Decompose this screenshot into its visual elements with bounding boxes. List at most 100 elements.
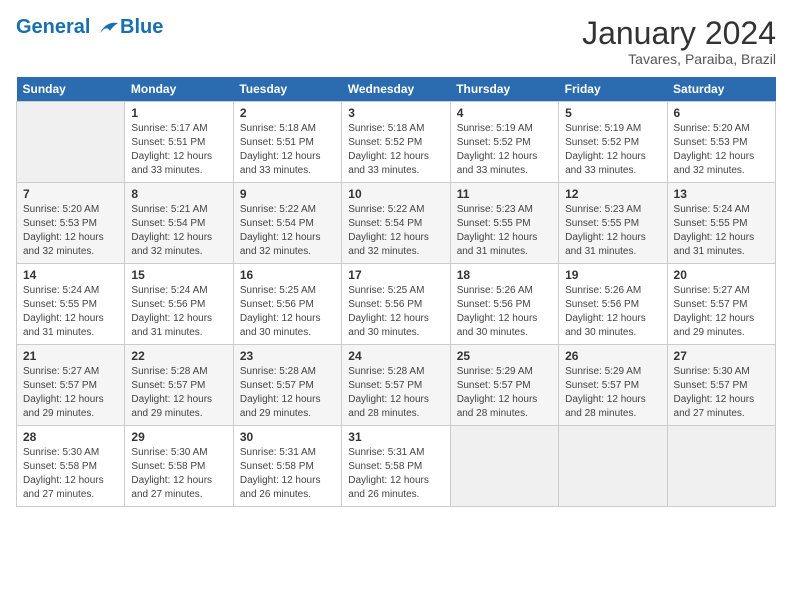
day-number: 15 xyxy=(131,268,226,282)
calendar-cell: 8 Sunrise: 5:21 AM Sunset: 5:54 PM Daylig… xyxy=(125,183,233,264)
day-info: Sunrise: 5:27 AM Sunset: 5:57 PM Dayligh… xyxy=(23,365,118,421)
day-info: Sunrise: 5:24 AM Sunset: 5:56 PM Dayligh… xyxy=(131,284,226,340)
day-number: 6 xyxy=(674,106,769,120)
calendar-cell: 12Sunrise: 5:23 AM Sunset: 5:55 PM Dayli… xyxy=(559,183,667,264)
calendar-cell: 21 Sunrise: 5:27 AM Sunset: 5:57 PM Dayli… xyxy=(17,345,125,426)
calendar-cell: 13 Sunrise: 5:24 AM Sunset: 5:55 PM Dayli… xyxy=(667,183,775,264)
title-block: January 2024 Tavares, Paraiba, Brazil xyxy=(582,16,776,67)
day-info: Sunrise: 5:23 AM Sunset: 5:55 PM Dayligh… xyxy=(565,203,660,259)
day-info: Sunrise: 5:19 AM Sunset: 5:52 PM Dayligh… xyxy=(565,122,660,178)
day-number: 16 xyxy=(240,268,335,282)
calendar-table: SundayMondayTuesdayWednesdayThursdayFrid… xyxy=(16,77,776,507)
day-number: 19 xyxy=(565,268,660,282)
day-info: Sunrise: 5:29 AM Sunset: 5:57 PM Dayligh… xyxy=(565,365,660,421)
day-info: Sunrise: 5:19 AM Sunset: 5:52 PM Dayligh… xyxy=(457,122,552,178)
day-info: Sunrise: 5:28 AM Sunset: 5:57 PM Dayligh… xyxy=(348,365,443,421)
day-number: 31 xyxy=(348,430,443,444)
calendar-cell: 17 Sunrise: 5:25 AM Sunset: 5:56 PM Dayli… xyxy=(342,264,450,345)
day-number: 4 xyxy=(457,106,552,120)
day-info: Sunrise: 5:20 AM Sunset: 5:53 PM Dayligh… xyxy=(674,122,769,178)
day-number: 7 xyxy=(23,187,118,201)
day-number: 21 xyxy=(23,349,118,363)
day-info: Sunrise: 5:28 AM Sunset: 5:57 PM Dayligh… xyxy=(131,365,226,421)
weekday-header: Monday xyxy=(125,77,233,102)
day-number: 23 xyxy=(240,349,335,363)
calendar-cell xyxy=(559,426,667,507)
day-info: Sunrise: 5:18 AM Sunset: 5:51 PM Dayligh… xyxy=(240,122,335,178)
day-number: 30 xyxy=(240,430,335,444)
day-number: 18 xyxy=(457,268,552,282)
calendar-cell: 6 Sunrise: 5:20 AM Sunset: 5:53 PM Daylig… xyxy=(667,102,775,183)
day-number: 13 xyxy=(674,187,769,201)
calendar-cell xyxy=(450,426,558,507)
day-info: Sunrise: 5:29 AM Sunset: 5:57 PM Dayligh… xyxy=(457,365,552,421)
calendar-cell: 22 Sunrise: 5:28 AM Sunset: 5:57 PM Dayli… xyxy=(125,345,233,426)
calendar-cell: 29 Sunrise: 5:30 AM Sunset: 5:58 PM Dayli… xyxy=(125,426,233,507)
day-number: 1 xyxy=(131,106,226,120)
day-info: Sunrise: 5:20 AM Sunset: 5:53 PM Dayligh… xyxy=(23,203,118,259)
day-number: 22 xyxy=(131,349,226,363)
day-info: Sunrise: 5:31 AM Sunset: 5:58 PM Dayligh… xyxy=(240,446,335,502)
calendar-cell: 14 Sunrise: 5:24 AM Sunset: 5:55 PM Dayli… xyxy=(17,264,125,345)
day-number: 17 xyxy=(348,268,443,282)
day-info: Sunrise: 5:25 AM Sunset: 5:56 PM Dayligh… xyxy=(348,284,443,340)
calendar-cell: 26 Sunrise: 5:29 AM Sunset: 5:57 PM Dayli… xyxy=(559,345,667,426)
day-number: 10 xyxy=(348,187,443,201)
calendar-cell: 20Sunrise: 5:27 AM Sunset: 5:57 PM Dayli… xyxy=(667,264,775,345)
calendar-cell: 5Sunrise: 5:19 AM Sunset: 5:52 PM Daylig… xyxy=(559,102,667,183)
calendar-cell: 19 Sunrise: 5:26 AM Sunset: 5:56 PM Dayli… xyxy=(559,264,667,345)
day-info: Sunrise: 5:30 AM Sunset: 5:58 PM Dayligh… xyxy=(131,446,226,502)
day-number: 29 xyxy=(131,430,226,444)
calendar-cell: 16Sunrise: 5:25 AM Sunset: 5:56 PM Dayli… xyxy=(233,264,341,345)
page-header: General Blue January 2024 Tavares, Parai… xyxy=(16,16,776,67)
calendar-cell: 28 Sunrise: 5:30 AM Sunset: 5:58 PM Dayli… xyxy=(17,426,125,507)
day-info: Sunrise: 5:30 AM Sunset: 5:58 PM Dayligh… xyxy=(23,446,118,502)
weekday-header: Sunday xyxy=(17,77,125,102)
day-info: Sunrise: 5:23 AM Sunset: 5:55 PM Dayligh… xyxy=(457,203,552,259)
day-number: 14 xyxy=(23,268,118,282)
calendar-header: SundayMondayTuesdayWednesdayThursdayFrid… xyxy=(17,77,776,102)
weekday-header: Wednesday xyxy=(342,77,450,102)
calendar-cell: 31 Sunrise: 5:31 AM Sunset: 5:58 PM Dayli… xyxy=(342,426,450,507)
day-info: Sunrise: 5:26 AM Sunset: 5:56 PM Dayligh… xyxy=(565,284,660,340)
day-info: Sunrise: 5:18 AM Sunset: 5:52 PM Dayligh… xyxy=(348,122,443,178)
day-number: 28 xyxy=(23,430,118,444)
logo: General Blue xyxy=(16,16,163,38)
day-info: Sunrise: 5:26 AM Sunset: 5:56 PM Dayligh… xyxy=(457,284,552,340)
day-info: Sunrise: 5:22 AM Sunset: 5:54 PM Dayligh… xyxy=(348,203,443,259)
page-container: General Blue January 2024 Tavares, Parai… xyxy=(0,0,792,517)
calendar-cell: 7 Sunrise: 5:20 AM Sunset: 5:53 PM Daylig… xyxy=(17,183,125,264)
calendar-cell: 2 Sunrise: 5:18 AM Sunset: 5:51 PM Daylig… xyxy=(233,102,341,183)
day-number: 20 xyxy=(674,268,769,282)
weekday-header: Saturday xyxy=(667,77,775,102)
calendar-cell: 30 Sunrise: 5:31 AM Sunset: 5:58 PM Dayli… xyxy=(233,426,341,507)
day-number: 3 xyxy=(348,106,443,120)
day-info: Sunrise: 5:24 AM Sunset: 5:55 PM Dayligh… xyxy=(674,203,769,259)
day-number: 2 xyxy=(240,106,335,120)
day-info: Sunrise: 5:28 AM Sunset: 5:57 PM Dayligh… xyxy=(240,365,335,421)
calendar-cell: 24Sunrise: 5:28 AM Sunset: 5:57 PM Dayli… xyxy=(342,345,450,426)
day-number: 26 xyxy=(565,349,660,363)
calendar-cell: 4 Sunrise: 5:19 AM Sunset: 5:52 PM Daylig… xyxy=(450,102,558,183)
calendar-cell: 10 Sunrise: 5:22 AM Sunset: 5:54 PM Dayli… xyxy=(342,183,450,264)
calendar-cell: 18 Sunrise: 5:26 AM Sunset: 5:56 PM Dayli… xyxy=(450,264,558,345)
calendar-cell: 25 Sunrise: 5:29 AM Sunset: 5:57 PM Dayli… xyxy=(450,345,558,426)
day-number: 9 xyxy=(240,187,335,201)
calendar-cell: 11Sunrise: 5:23 AM Sunset: 5:55 PM Dayli… xyxy=(450,183,558,264)
weekday-header: Tuesday xyxy=(233,77,341,102)
calendar-cell: 1 Sunrise: 5:17 AM Sunset: 5:51 PM Daylig… xyxy=(125,102,233,183)
day-info: Sunrise: 5:21 AM Sunset: 5:54 PM Dayligh… xyxy=(131,203,226,259)
day-info: Sunrise: 5:24 AM Sunset: 5:55 PM Dayligh… xyxy=(23,284,118,340)
calendar-cell: 23 Sunrise: 5:28 AM Sunset: 5:57 PM Dayli… xyxy=(233,345,341,426)
day-info: Sunrise: 5:17 AM Sunset: 5:51 PM Dayligh… xyxy=(131,122,226,178)
logo-bird-icon xyxy=(98,19,120,37)
calendar-cell: 27Sunrise: 5:30 AM Sunset: 5:57 PM Dayli… xyxy=(667,345,775,426)
calendar-cell xyxy=(667,426,775,507)
calendar-cell: 3 Sunrise: 5:18 AM Sunset: 5:52 PM Daylig… xyxy=(342,102,450,183)
weekday-header: Friday xyxy=(559,77,667,102)
day-number: 8 xyxy=(131,187,226,201)
day-info: Sunrise: 5:30 AM Sunset: 5:57 PM Dayligh… xyxy=(674,365,769,421)
day-number: 25 xyxy=(457,349,552,363)
month-title: January 2024 xyxy=(582,16,776,51)
day-info: Sunrise: 5:31 AM Sunset: 5:58 PM Dayligh… xyxy=(348,446,443,502)
